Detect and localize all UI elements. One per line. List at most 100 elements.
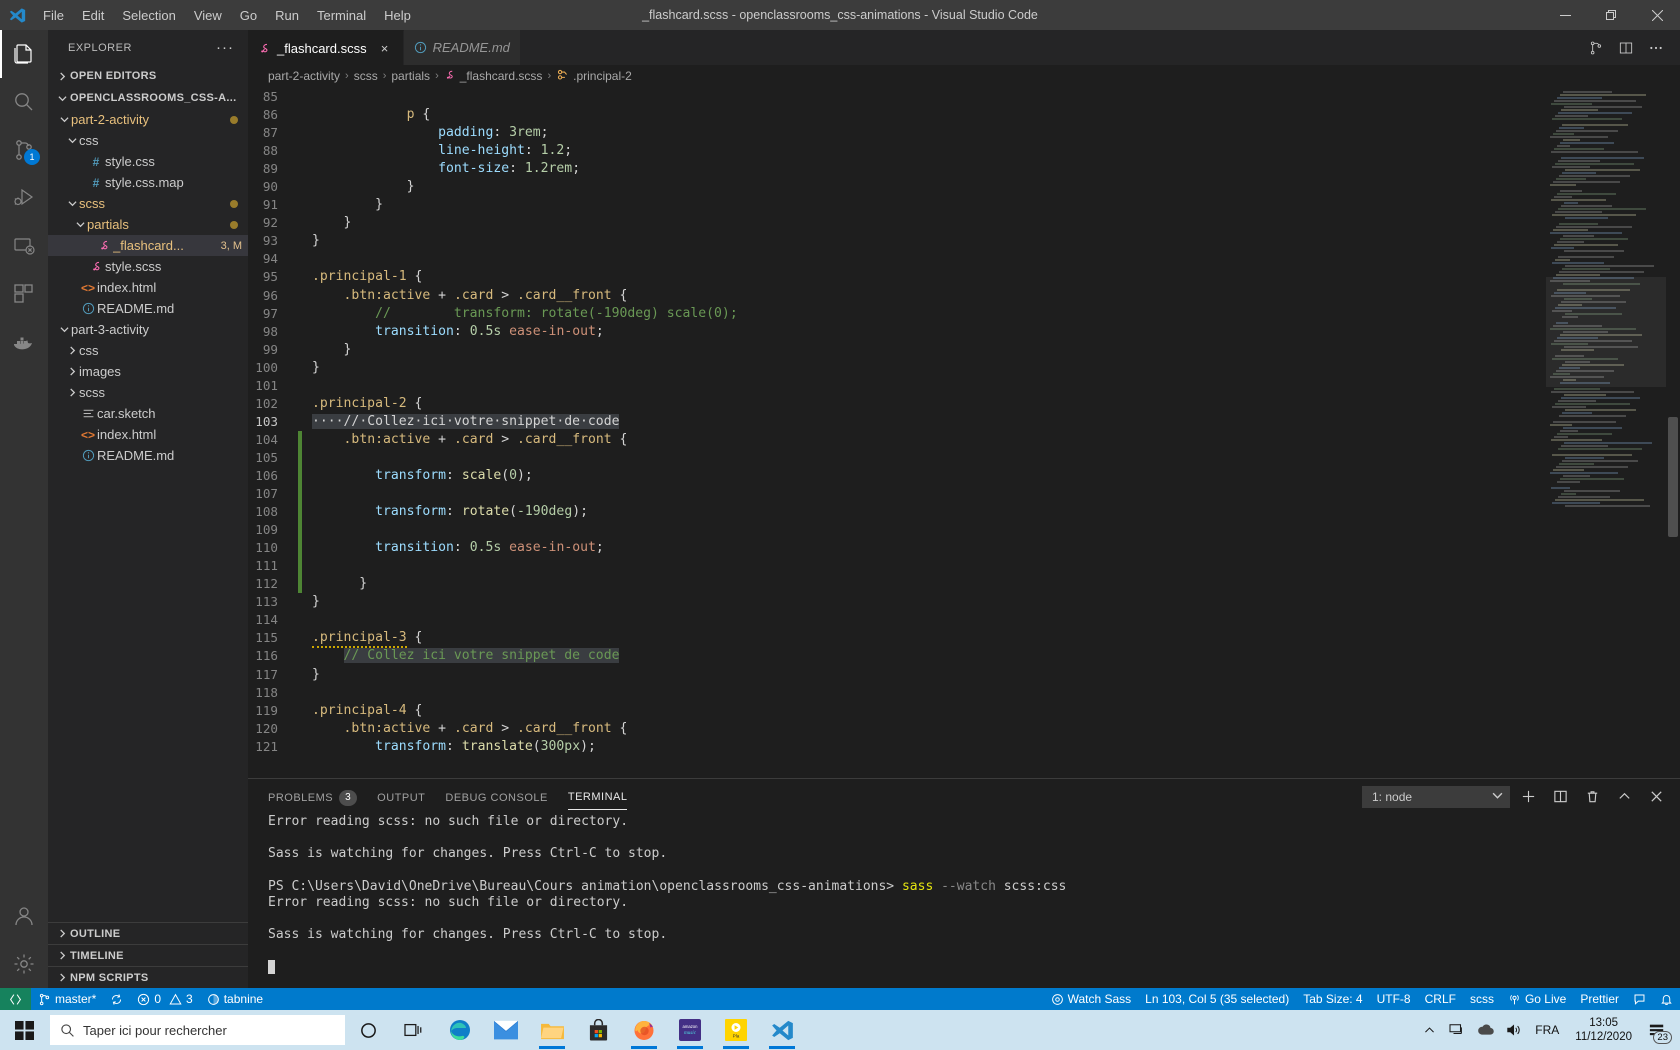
onedrive-icon[interactable]	[1471, 1010, 1499, 1050]
scrollbar-thumb[interactable]	[1668, 417, 1678, 537]
split-editor-icon[interactable]	[1612, 33, 1640, 63]
activity-settings[interactable]	[0, 940, 48, 988]
keyboard-language[interactable]: FRA	[1527, 1023, 1567, 1037]
status-cursor-position[interactable]: Ln 103, Col 5 (35 selected)	[1138, 988, 1296, 1010]
panel-tab-terminal[interactable]: TERMINAL	[567, 783, 628, 810]
editor-scrollbar[interactable]	[1666, 87, 1680, 778]
tree-item-style-css-map[interactable]: # style.css.map	[48, 172, 248, 193]
terminal-output[interactable]: Error reading scss: no such file or dire…	[248, 814, 1680, 988]
activity-explorer[interactable]	[0, 30, 48, 78]
status-eol[interactable]: CRLF	[1418, 988, 1463, 1010]
tree-item-images[interactable]: images	[48, 361, 248, 382]
breadcrumb-item-4[interactable]: .principal-2	[556, 68, 632, 84]
panel-tab-debug-console[interactable]: DEBUG CONSOLE	[445, 784, 547, 810]
tree-item-scss[interactable]: scss	[48, 193, 248, 214]
tree-item-style-scss[interactable]: style.scss	[48, 256, 248, 277]
tab-flashcard-scss[interactable]: _flashcard.scss ×	[248, 30, 404, 65]
taskbar-app-mail[interactable]	[483, 1010, 529, 1050]
activity-search[interactable]	[0, 78, 48, 126]
menu-selection[interactable]: Selection	[113, 4, 184, 27]
close-panel-icon[interactable]	[1642, 784, 1670, 810]
taskbar-clock[interactable]: 13:05 11/12/2020	[1567, 1016, 1640, 1044]
tree-item-car-sketch[interactable]: car.sketch	[48, 403, 248, 424]
sidebar-more-actions-icon[interactable]: ···	[216, 39, 240, 56]
taskbar-app-visual-studio-code[interactable]	[759, 1010, 805, 1050]
activity-source-control[interactable]: 1	[0, 126, 48, 174]
tree-item-partials[interactable]: partials	[48, 214, 248, 235]
status-encoding[interactable]: UTF-8	[1370, 988, 1418, 1010]
tree-item-css[interactable]: css	[48, 340, 248, 361]
menu-terminal[interactable]: Terminal	[308, 4, 375, 27]
taskbar-app-file-explorer[interactable]	[529, 1010, 575, 1050]
section-timeline[interactable]: TIMELINE	[48, 944, 248, 966]
tree-item-style-css[interactable]: # style.css	[48, 151, 248, 172]
menu-view[interactable]: View	[185, 4, 231, 27]
tree-item--flashcard-[interactable]: _flashcard... 3, M	[48, 235, 248, 256]
tree-item-index-html[interactable]: <> index.html	[48, 424, 248, 445]
taskbar-app-amazon-music[interactable]: amazon music	[667, 1010, 713, 1050]
status-tabnine[interactable]: tabnine	[200, 988, 270, 1010]
tree-item-readme-md[interactable]: README.md	[48, 298, 248, 319]
kill-terminal-icon[interactable]	[1578, 784, 1606, 810]
tree-item-css[interactable]: css	[48, 130, 248, 151]
activity-docker[interactable]	[0, 318, 48, 366]
section-workspace[interactable]: OPENCLASSROOMS_CSS-A...	[48, 87, 248, 109]
taskbar-search-box[interactable]: Taper ici pour rechercher	[50, 1015, 345, 1045]
panel-tab-output[interactable]: OUTPUT	[377, 784, 425, 810]
cortana-icon[interactable]	[345, 1010, 391, 1050]
breadcrumb-item-1[interactable]: scss	[354, 69, 378, 83]
tree-item-part-3-activity[interactable]: part-3-activity	[48, 319, 248, 340]
menu-edit[interactable]: Edit	[73, 4, 113, 27]
status-feedback[interactable]	[1626, 988, 1653, 1010]
status-remote-indicator[interactable]	[0, 988, 31, 1010]
taskbar-app-app-yellow[interactable]: Pla	[713, 1010, 759, 1050]
network-icon[interactable]	[1443, 1010, 1471, 1050]
tree-item-index-html[interactable]: <> index.html	[48, 277, 248, 298]
status-problems[interactable]: 0 3	[130, 988, 199, 1010]
menu-run[interactable]: Run	[266, 4, 308, 27]
volume-icon[interactable]	[1499, 1010, 1527, 1050]
breadcrumb-item-3[interactable]: _flashcard.scss	[444, 69, 542, 84]
split-editor-right-icon[interactable]	[1582, 33, 1610, 63]
taskbar-app-firefox[interactable]	[621, 1010, 667, 1050]
menu-go[interactable]: Go	[231, 4, 266, 27]
status-indentation[interactable]: Tab Size: 4	[1296, 988, 1369, 1010]
windows-start-icon[interactable]	[0, 1010, 48, 1050]
restore-icon[interactable]	[1588, 0, 1634, 30]
status-watch-sass[interactable]: Watch Sass	[1044, 988, 1139, 1010]
section-outline[interactable]: OUTLINE	[48, 922, 248, 944]
tree-item-scss[interactable]: scss	[48, 382, 248, 403]
notification-center-icon[interactable]: 23	[1640, 1010, 1674, 1050]
taskbar-app-microsoft-edge[interactable]	[437, 1010, 483, 1050]
status-sync[interactable]	[103, 988, 130, 1010]
status-prettier[interactable]: Prettier	[1573, 988, 1626, 1010]
breadcrumb-item-0[interactable]: part-2-activity	[268, 69, 340, 83]
activity-extensions[interactable]	[0, 270, 48, 318]
more-actions-icon[interactable]	[1642, 33, 1670, 63]
section-npm-scripts[interactable]: NPM SCRIPTS	[48, 966, 248, 988]
show-hidden-icons[interactable]	[1415, 1010, 1443, 1050]
section-open-editors[interactable]: OPEN EDITORS	[48, 65, 248, 87]
task-view-icon[interactable]	[391, 1010, 437, 1050]
taskbar-app-microsoft-store[interactable]	[575, 1010, 621, 1050]
menu-file[interactable]: File	[34, 4, 73, 27]
minimap[interactable]	[1546, 87, 1666, 778]
tree-item-part-2-activity[interactable]: part-2-activity	[48, 109, 248, 130]
close-icon[interactable]	[1634, 0, 1680, 30]
activity-remote-explorer[interactable]	[0, 222, 48, 270]
status-notifications[interactable]	[1653, 988, 1680, 1010]
tab-readme-md[interactable]: README.md	[403, 30, 521, 65]
code-viewport[interactable]: 85 86 p {87 padding: 3rem; 88 line-height:…	[248, 87, 1546, 778]
terminal-selector[interactable]: 1: node	[1362, 785, 1510, 808]
minimize-icon[interactable]	[1542, 0, 1588, 30]
breadcrumb-item-2[interactable]: partials	[391, 69, 430, 83]
split-terminal-icon[interactable]	[1546, 784, 1574, 810]
panel-tab-problems[interactable]: PROBLEMS 3	[268, 782, 358, 812]
minimap-slider[interactable]	[1546, 277, 1666, 387]
status-branch[interactable]: master*	[31, 988, 103, 1010]
status-language-mode[interactable]: scss	[1463, 988, 1501, 1010]
maximize-panel-icon[interactable]	[1610, 784, 1638, 810]
tab-close-icon[interactable]: ×	[377, 41, 393, 56]
activity-accounts[interactable]	[0, 892, 48, 940]
status-go-live[interactable]: Go Live	[1501, 988, 1573, 1010]
